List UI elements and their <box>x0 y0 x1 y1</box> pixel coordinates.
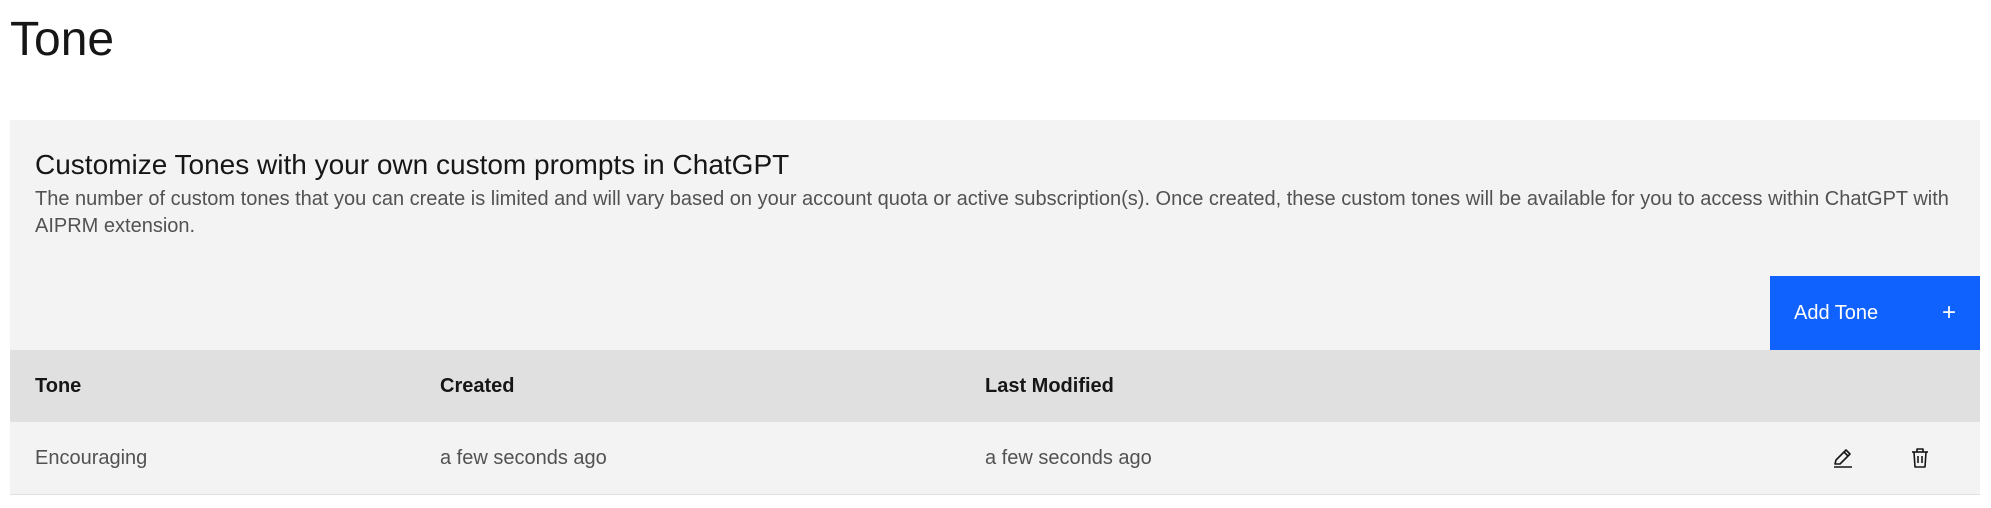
table-row: Encouraging a few seconds ago a few seco… <box>10 422 1980 495</box>
tone-panel: Customize Tones with your own custom pro… <box>10 120 1980 350</box>
panel-description: The number of custom tones that you can … <box>35 188 1949 237</box>
tones-table: Tone Created Last Modified Encouraging a… <box>10 350 1980 495</box>
panel-heading: Customize Tones with your own custom pro… <box>35 149 790 180</box>
cell-tone: Encouraging <box>35 447 148 469</box>
column-header-created[interactable]: Created <box>440 350 514 422</box>
page-title: Tone <box>10 13 115 66</box>
plus-icon: + <box>1941 299 1956 326</box>
add-tone-button[interactable]: Add Tone + <box>1770 276 1980 350</box>
column-header-last-modified[interactable]: Last Modified <box>985 350 1114 422</box>
cell-last-modified: a few seconds ago <box>985 447 1152 469</box>
add-tone-label: Add Tone <box>1794 301 1879 324</box>
trash-icon[interactable] <box>1904 442 1936 474</box>
table-header: Tone Created Last Modified <box>10 350 1980 422</box>
edit-icon[interactable] <box>1827 442 1859 474</box>
cell-created: a few seconds ago <box>440 447 607 469</box>
column-header-tone[interactable]: Tone <box>35 350 81 422</box>
